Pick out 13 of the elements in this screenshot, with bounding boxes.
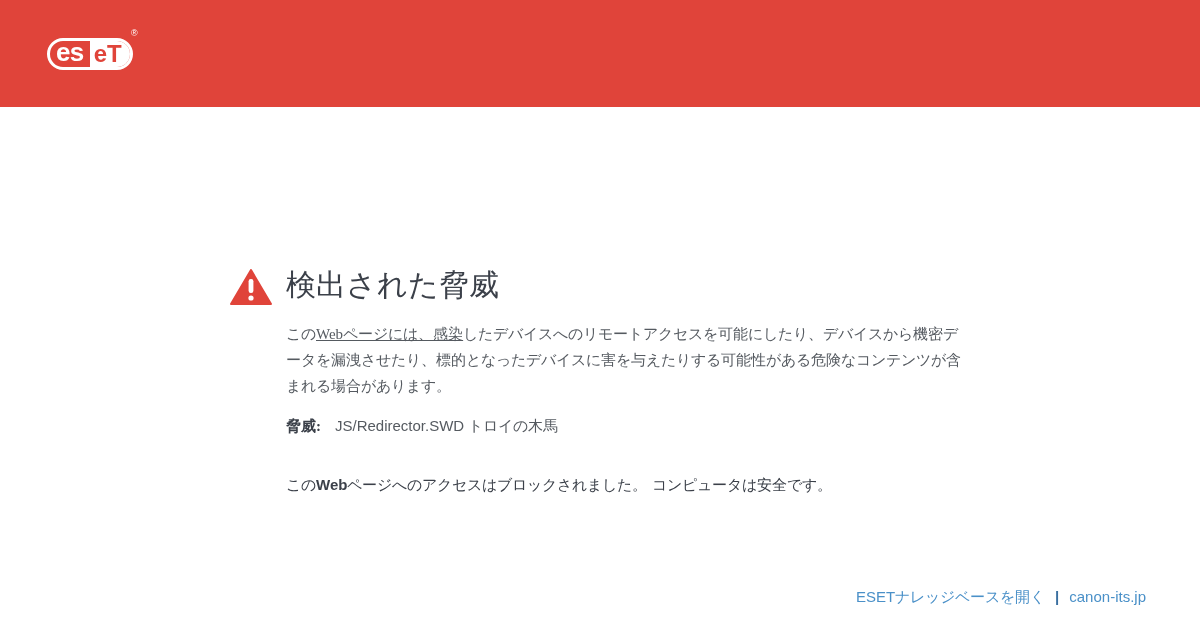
- logo-text: es: [55, 39, 85, 68]
- registered-mark: ®: [131, 28, 138, 38]
- separator: |: [1055, 586, 1060, 607]
- threat-name: JS/Redirector.SWD トロイの木馬: [335, 416, 559, 436]
- description-text: このWebページには、感染 したデバイスへのリモートアクセスを可能にしたり、デバイスから機密データを漏洩させたり、標的となったデバイスに害を与えたりする可能性がある危険なコンテンツが含まれる場合があります。: [286, 325, 962, 396]
- details-link[interactable]: Webページには、感染: [316, 326, 464, 342]
- footer-link[interactable]: canon-its.jp: [1069, 585, 1146, 608]
- blocked-message: このWebページへのアクセスはブロックされました。 コンピュータは安全です。: [286, 474, 833, 495]
- logo-text: eT: [89, 40, 130, 67]
- threat-label: 脅威:: [286, 417, 321, 436]
- warning-icon: [230, 269, 272, 305]
- page-title: 検出された脅威: [286, 267, 500, 303]
- footer-link[interactable]: ESETナレッジベースを開く: [855, 585, 1046, 608]
